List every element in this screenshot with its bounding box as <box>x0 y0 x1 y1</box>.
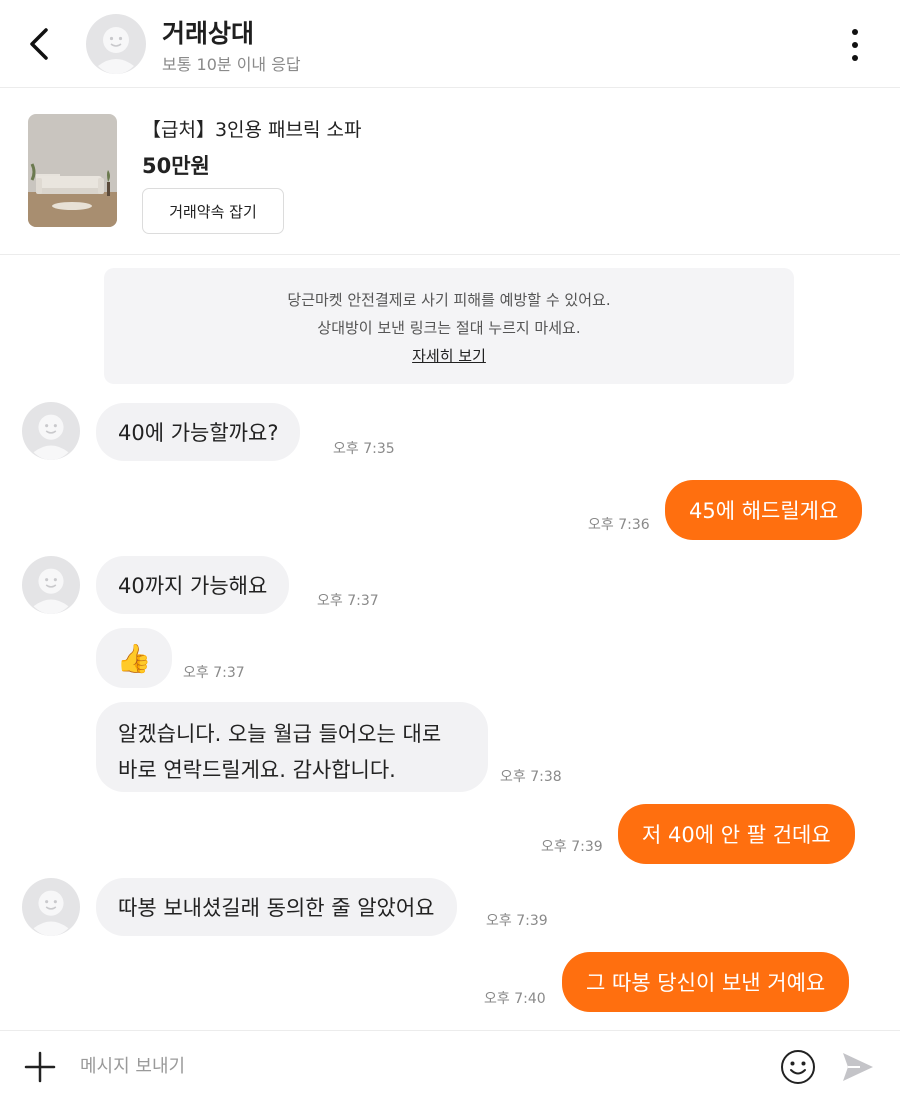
notice-line-2: 상대방이 보낸 링크는 절대 누르지 마세요. <box>317 319 581 337</box>
message-time: 오후 7:39 <box>541 839 603 855</box>
message-time: 오후 7:38 <box>500 769 562 785</box>
message-bubble-incoming[interactable]: 따봉 보내셨길래 동의한 줄 알았어요 <box>96 878 457 936</box>
more-options-button[interactable] <box>840 26 870 64</box>
product-price: 50만원 <box>142 154 210 178</box>
safety-notice: 당근마켓 안전결제로 사기 피해를 예방할 수 있어요. 상대방이 보낸 링크는… <box>104 268 794 384</box>
message-bubble-incoming[interactable]: 40까지 가능해요 <box>96 556 290 614</box>
chat-header: 거래상대 보통 10분 이내 응답 <box>0 0 900 88</box>
message-time: 오후 7:37 <box>183 665 245 681</box>
product-title: 【급처】3인용 패브릭 소파 <box>142 119 362 141</box>
avatar[interactable] <box>86 14 146 74</box>
message-composer <box>0 1030 900 1099</box>
message-input[interactable] <box>80 1049 720 1083</box>
message-line: 알겠습니다. 오늘 월급 들어오는 대로 <box>118 722 442 746</box>
plus-icon <box>24 1051 56 1083</box>
message-time: 오후 7:35 <box>333 441 395 457</box>
attach-button[interactable] <box>24 1051 56 1083</box>
message-time: 오후 7:40 <box>484 991 546 1007</box>
response-time: 보통 10분 이내 응답 <box>162 55 301 74</box>
avatar[interactable] <box>22 556 80 614</box>
default-avatar-icon <box>86 14 146 74</box>
emoji-bubble-incoming[interactable]: 👍 <box>96 628 172 688</box>
send-icon <box>843 1053 873 1081</box>
message-bubble-outgoing[interactable]: 그 따봉 당신이 보낸 거예요 <box>562 952 850 1012</box>
message-bubble-outgoing[interactable]: 저 40에 안 팔 건데요 <box>618 804 855 864</box>
emoji-button[interactable] <box>780 1049 816 1085</box>
default-avatar-icon <box>22 402 80 460</box>
back-button[interactable] <box>22 24 58 64</box>
message-time: 오후 7:36 <box>588 517 650 533</box>
message-bubble-incoming[interactable]: 알겠습니다. 오늘 월급 들어오는 대로 바로 연락드릴게요. 감사합니다. <box>96 702 488 792</box>
sofa-photo <box>28 114 117 227</box>
avatar[interactable] <box>22 878 80 936</box>
make-appointment-button[interactable]: 거래약속 잡기 <box>142 188 284 234</box>
message-time: 오후 7:37 <box>317 593 379 609</box>
product-card[interactable]: 【급처】3인용 패브릭 소파 50만원 거래약속 잡기 <box>0 89 900 255</box>
send-button[interactable] <box>840 1050 876 1084</box>
default-avatar-icon <box>22 556 80 614</box>
avatar[interactable] <box>22 402 80 460</box>
message-time: 오후 7:39 <box>486 913 548 929</box>
message-bubble-outgoing[interactable]: 45에 해드릴게요 <box>665 480 863 540</box>
more-vertical-icon <box>852 29 858 61</box>
message-line: 바로 연락드릴게요. 감사합니다. <box>118 758 396 782</box>
partner-name: 거래상대 <box>162 19 255 48</box>
default-avatar-icon <box>22 878 80 936</box>
product-thumbnail[interactable] <box>28 114 117 227</box>
notice-line-1: 당근마켓 안전결제로 사기 피해를 예방할 수 있어요. <box>287 291 611 309</box>
chevron-left-icon <box>30 28 48 60</box>
message-bubble-incoming[interactable]: 40에 가능할까요? <box>96 403 301 461</box>
notice-details-link[interactable]: 자세히 보기 <box>412 347 486 365</box>
smile-icon <box>781 1050 815 1084</box>
thumbs-up-icon: 👍 <box>116 641 152 675</box>
